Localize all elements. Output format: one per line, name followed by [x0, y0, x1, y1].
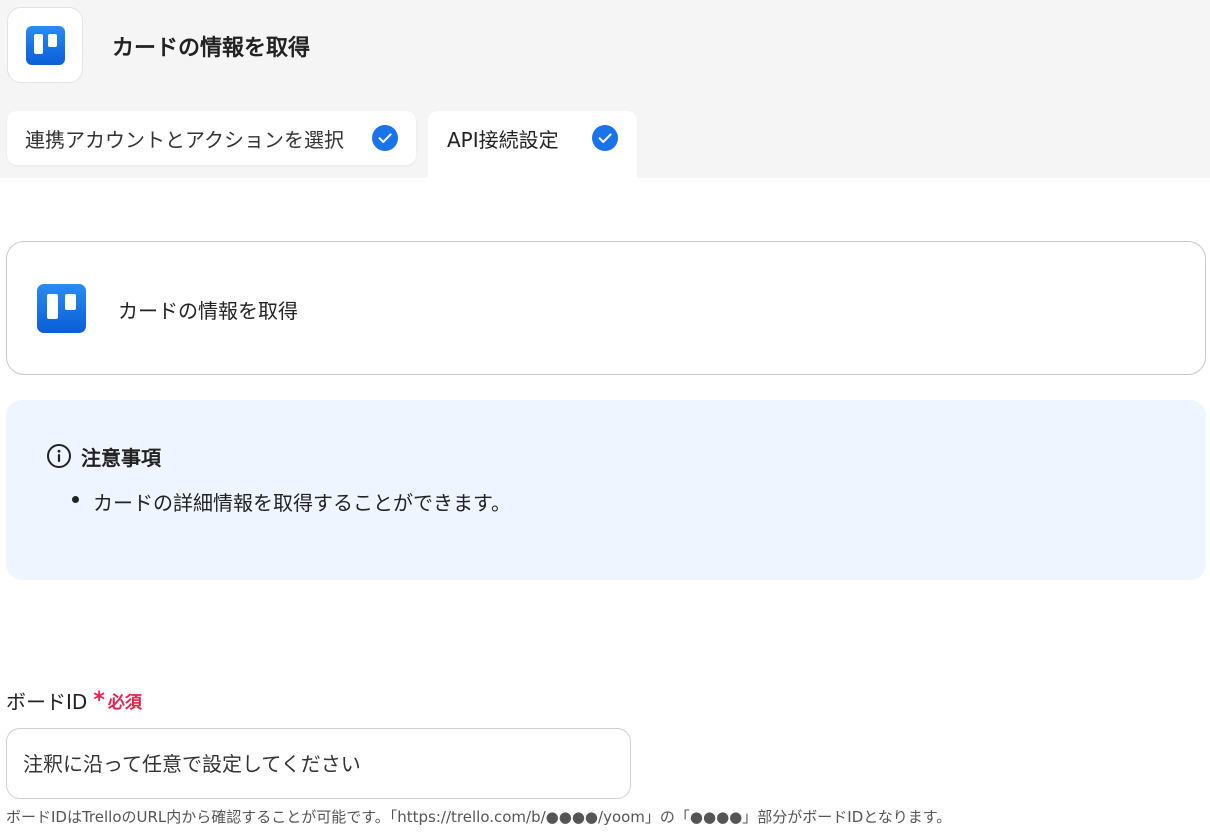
- tab-account-action[interactable]: 連携アカウントとアクションを選択: [7, 111, 416, 165]
- tab-label: 連携アカウントとアクションを選択: [25, 127, 344, 152]
- notice-item: カードの詳細情報を取得することができます。: [93, 491, 511, 515]
- check-circle-icon: [372, 125, 398, 151]
- field-label: ボードID: [6, 690, 88, 714]
- action-card: カードの情報を取得: [6, 241, 1206, 375]
- bullet: [72, 496, 79, 503]
- app-icon-tile: [7, 7, 83, 83]
- notice-box: 注意事項 カードの詳細情報を取得することができます。: [6, 400, 1206, 580]
- page-title: カードの情報を取得: [112, 36, 311, 61]
- action-label: カードの情報を取得: [118, 299, 298, 323]
- trello-logo-icon: [37, 284, 86, 333]
- notice-title: 注意事項: [81, 446, 161, 470]
- field-label-row: ボードID * 必須: [6, 686, 142, 715]
- tab-api-settings[interactable]: API接続設定: [428, 111, 637, 178]
- trello-logo-icon: [25, 25, 65, 65]
- help-text: ボードIDはTrelloのURL内から確認することが可能です。「https://…: [6, 808, 952, 826]
- required-badge: 必須: [107, 693, 142, 713]
- board-id-input[interactable]: [6, 728, 631, 799]
- tab-label: API接続設定: [447, 127, 559, 152]
- header-area: カードの情報を取得 連携アカウントとアクションを選択 API接続設定: [0, 0, 1210, 178]
- check-circle-icon: [592, 125, 618, 151]
- info-icon: [46, 443, 72, 473]
- required-asterisk: *: [93, 687, 105, 713]
